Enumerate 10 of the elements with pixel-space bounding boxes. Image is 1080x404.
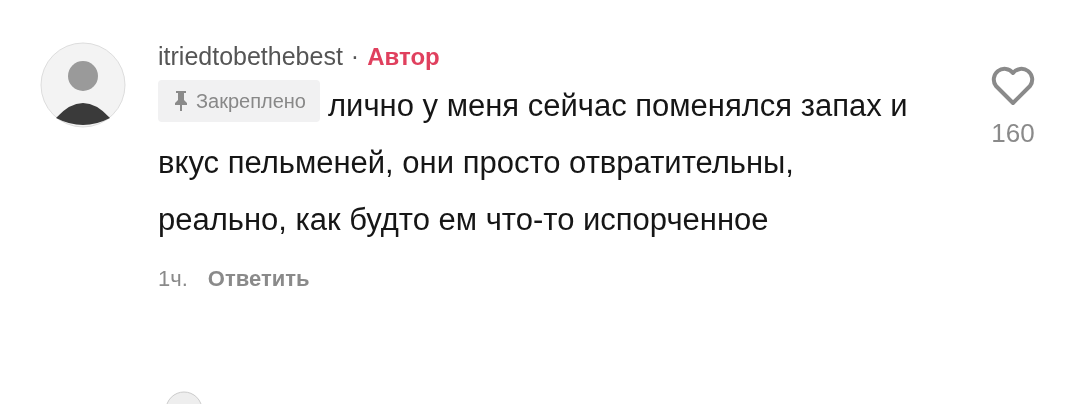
author-label: Автор — [367, 43, 440, 71]
pinned-badge: Закреплено — [158, 80, 320, 122]
heart-icon[interactable] — [990, 66, 1036, 106]
comment-text: Закреплено лично у меня сейчас поменялся запах и вкус пельменей, они просто отвратительны, реально, как будто ем что-то испорченное — [158, 77, 918, 248]
separator: · — [350, 42, 360, 71]
avatar[interactable] — [40, 42, 126, 128]
username[interactable]: itriedtobethebest — [158, 42, 343, 71]
like-count: 160 — [991, 118, 1035, 149]
timestamp: 1ч. — [158, 266, 188, 292]
pin-icon — [174, 90, 188, 112]
